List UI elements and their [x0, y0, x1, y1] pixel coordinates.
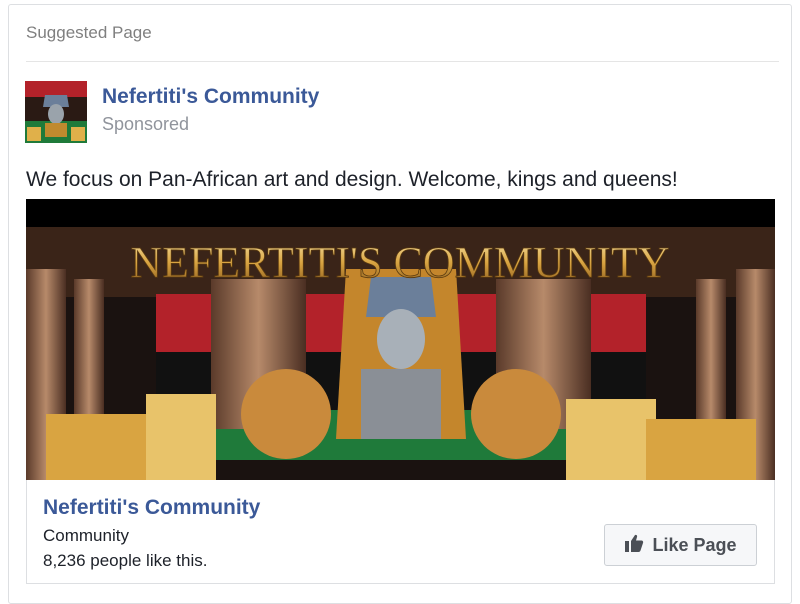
like-page-button[interactable]: Like Page: [604, 524, 757, 566]
banner-title: NEFERTITI'S COMMUNITY: [130, 238, 669, 287]
footer-page-name-link[interactable]: Nefertiti's Community: [43, 496, 260, 520]
cover-image[interactable]: NEFERTITI'S COMMUNITY: [26, 199, 775, 480]
page-footer: Nefertiti's Community Community 8,236 pe…: [26, 480, 775, 584]
suggested-page-card: Suggested Page Nefertiti's Community Spo…: [8, 4, 792, 604]
post-description: We focus on Pan-African art and design. …: [26, 168, 678, 191]
page-like-count: 8,236 people like this.: [43, 551, 208, 570]
sponsored-label: Sponsored: [102, 114, 190, 134]
page-name-link[interactable]: Nefertiti's Community: [102, 85, 319, 109]
thumbs-up-icon: [624, 533, 644, 558]
like-page-label: Like Page: [652, 534, 737, 555]
page-category: Community: [43, 526, 129, 545]
page-avatar[interactable]: [25, 81, 87, 143]
card-header-label: Suggested Page: [26, 23, 152, 42]
header-divider: [26, 61, 779, 62]
